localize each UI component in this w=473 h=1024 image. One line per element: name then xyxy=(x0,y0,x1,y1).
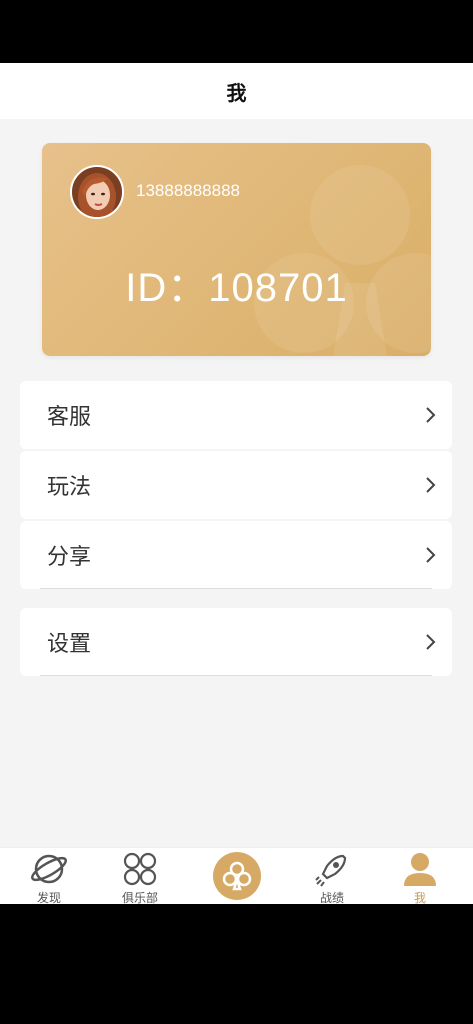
menu-item-label: 玩法 xyxy=(47,475,92,500)
user-card: 13888888888 ID：108701 xyxy=(42,143,431,356)
menu-item-how-to-play[interactable]: 玩法 xyxy=(20,451,452,519)
tab-records[interactable]: 战绩 xyxy=(297,848,367,905)
chevron-right-icon xyxy=(426,547,436,563)
divider xyxy=(40,588,432,589)
tab-club[interactable]: 俱乐部 xyxy=(105,848,175,905)
tab-discover[interactable]: 发现 xyxy=(14,848,84,905)
tab-center-club-button[interactable] xyxy=(213,852,261,900)
menu-item-share[interactable]: 分享 xyxy=(20,521,452,589)
menu-item-label: 客服 xyxy=(47,405,92,430)
menu-item-label: 分享 xyxy=(47,545,92,570)
tab-label: 我 xyxy=(413,891,426,905)
chevron-right-icon xyxy=(426,407,436,423)
page-header: 我 xyxy=(0,63,473,119)
menu-item-label: 设置 xyxy=(47,632,92,657)
person-icon xyxy=(404,853,436,886)
divider xyxy=(40,675,432,676)
tab-me[interactable]: 我 xyxy=(385,848,455,905)
chevron-right-icon xyxy=(426,634,436,650)
tab-label: 战绩 xyxy=(319,891,344,905)
page-title: 我 xyxy=(226,80,247,105)
four-circles-icon xyxy=(123,852,157,886)
tab-label: 俱乐部 xyxy=(121,891,158,905)
bottom-tab-bar: 发现 俱乐部 战绩 我 xyxy=(0,847,473,905)
club-suit-icon xyxy=(222,861,252,891)
tab-label: 发现 xyxy=(36,891,61,905)
rocket-icon xyxy=(315,854,347,887)
menu-item-settings[interactable]: 设置 xyxy=(20,608,452,676)
avatar[interactable] xyxy=(70,165,124,219)
planet-icon xyxy=(31,854,67,884)
phone-number: 13888888888 xyxy=(136,181,241,200)
me-screen: 我 13888888888 ID：108701 客服 玩法 分享 设置 发现 俱… xyxy=(0,63,473,905)
chevron-right-icon xyxy=(426,477,436,493)
menu-item-customer-service[interactable]: 客服 xyxy=(20,381,452,449)
user-id: ID：108701 xyxy=(125,266,348,310)
